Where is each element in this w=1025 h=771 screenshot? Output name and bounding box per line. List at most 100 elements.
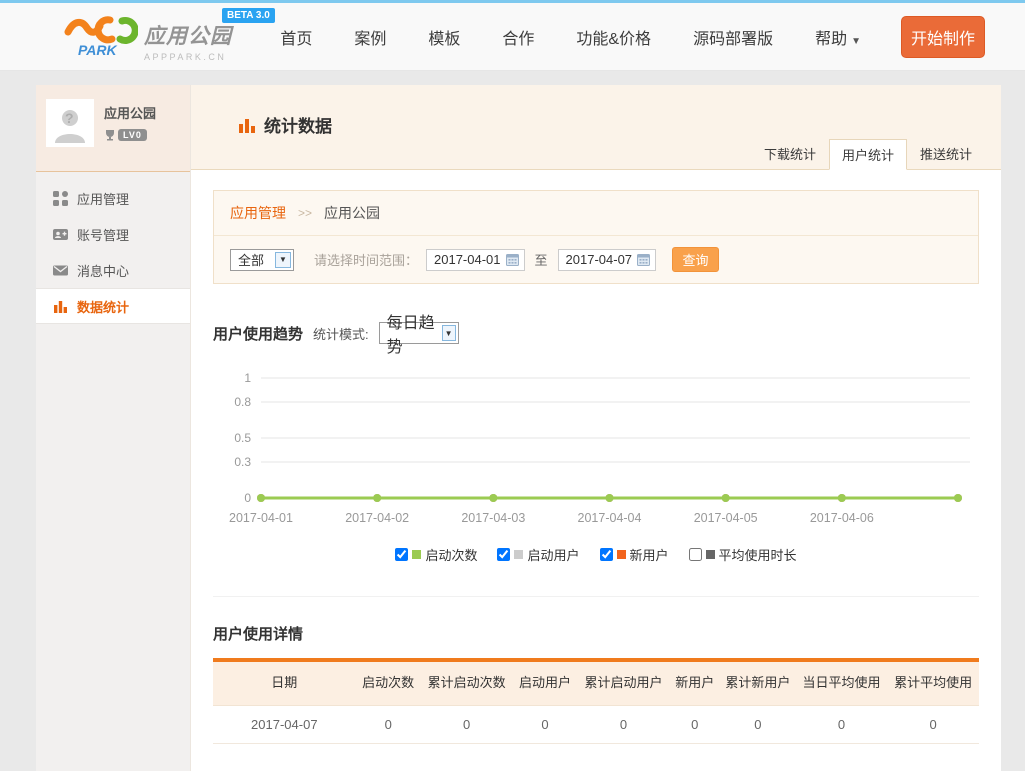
svg-text:2017-04-01: 2017-04-01: [229, 511, 293, 525]
stats-tabs: 下载统计 用户统计 推送统计: [751, 139, 985, 170]
legend-item-0: 启动次数: [395, 545, 477, 564]
content-body: 应用管理 >> 应用公园 全部 ▼ 请选择时间范围： 2017-04-01: [191, 170, 1001, 771]
svg-text:0.5: 0.5: [234, 431, 251, 445]
table-header-row: 日期启动次数累计启动次数启动用户累计启动用户新用户累计新用户当日平均使用累计平均…: [213, 660, 979, 705]
nav-item-cooperation[interactable]: 合作: [502, 25, 534, 49]
sidebar: ? 应用公园 LV0 应用管理: [36, 85, 190, 771]
main-card: ? 应用公园 LV0 应用管理: [36, 85, 1001, 771]
tab-push-stats[interactable]: 推送统计: [907, 139, 985, 170]
trend-title: 用户使用趋势: [213, 323, 303, 344]
svg-text:1: 1: [244, 371, 251, 385]
to-label: 至: [535, 250, 548, 269]
table-cell: 0: [669, 705, 720, 743]
chart-legend: 启动次数 启动用户 新用户 平均使用时长: [213, 545, 979, 564]
breadcrumb-app-management[interactable]: 应用管理: [230, 203, 286, 223]
table-row: 2017-04-0700000000: [213, 705, 979, 743]
nav-item-templates[interactable]: 模板: [428, 25, 460, 49]
chevron-down-icon: ▼: [442, 325, 456, 341]
sidebar-menu: 应用管理 账号管理 消息中心: [36, 172, 190, 324]
nav-item-source-deploy[interactable]: 源码部署版: [693, 25, 773, 49]
legend-swatch-icon: [514, 550, 523, 559]
column-header: 启动次数: [356, 660, 421, 705]
svg-text:0.8: 0.8: [234, 395, 251, 409]
legend-checkbox[interactable]: [395, 548, 408, 561]
nav-item-home[interactable]: 首页: [280, 25, 312, 49]
logo[interactable]: PARK 应用公园 APPPARK.CN: [64, 12, 232, 62]
table-cell: 0: [421, 705, 513, 743]
legend-label: 平均使用时长: [719, 545, 797, 564]
table-cell: 0: [796, 705, 888, 743]
legend-checkbox[interactable]: [600, 548, 613, 561]
nav-item-pricing[interactable]: 功能&价格: [576, 25, 651, 49]
nav-item-help[interactable]: 帮助▼: [815, 25, 861, 49]
legend-swatch-icon: [412, 550, 421, 559]
content-header: 统计数据 下载统计 用户统计 推送统计: [191, 85, 1001, 170]
profile-name: 应用公园: [104, 103, 156, 122]
trend-mode-select[interactable]: 每日趋势 ▼: [379, 322, 459, 344]
query-button[interactable]: 查询: [672, 247, 719, 272]
details-title: 用户使用详情: [213, 623, 979, 644]
legend-item-1: 启动用户: [497, 545, 579, 564]
svg-text:2017-04-02: 2017-04-02: [345, 511, 409, 525]
column-header: 累计启动次数: [421, 660, 513, 705]
trend-header: 用户使用趋势 统计模式: 每日趋势 ▼: [213, 322, 979, 344]
legend-checkbox[interactable]: [497, 548, 510, 561]
table-cell: 0: [512, 705, 577, 743]
breadcrumb-current-app: 应用公园: [324, 203, 380, 223]
legend-checkbox[interactable]: [689, 548, 702, 561]
filter-panel: 应用管理 >> 应用公园 全部 ▼ 请选择时间范围： 2017-04-01: [213, 190, 979, 284]
column-header: 当日平均使用: [796, 660, 888, 705]
sidebar-item-account-management[interactable]: 账号管理: [36, 216, 190, 252]
account-card-icon: [53, 227, 68, 242]
column-header: 启动用户: [512, 660, 577, 705]
legend-label: 启动次数: [425, 545, 477, 564]
trophy-icon: [104, 129, 116, 141]
column-header: 新用户: [669, 660, 720, 705]
svg-text:2017-04-04: 2017-04-04: [578, 511, 642, 525]
beta-badge: BETA 3.0: [222, 8, 275, 23]
profile-box: ? 应用公园 LV0: [36, 85, 190, 172]
legend-label: 新用户: [630, 545, 669, 564]
logo-subtitle: APPPARK.CN: [144, 52, 232, 62]
svg-text:2017-04-03: 2017-04-03: [461, 511, 525, 525]
table-cell: 0: [578, 705, 670, 743]
column-header: 日期: [213, 660, 356, 705]
calendar-icon: [506, 253, 519, 266]
nav-item-cases[interactable]: 案例: [354, 25, 386, 49]
chevron-down-icon: ▼: [275, 252, 291, 268]
bar-chart-icon: [53, 299, 68, 314]
main-nav: 首页 案例 模板 合作 功能&价格 源码部署版 帮助▼: [280, 25, 861, 49]
sidebar-item-message-center[interactable]: 消息中心: [36, 252, 190, 288]
person-placeholder-icon: ?: [50, 103, 90, 143]
tab-download-stats[interactable]: 下载统计: [751, 139, 829, 170]
table-cell: 2017-04-07: [213, 705, 356, 743]
avatar[interactable]: ?: [46, 99, 94, 147]
logo-mark-icon: PARK: [64, 12, 138, 58]
legend-label: 启动用户: [527, 545, 579, 564]
logo-title: 应用公园: [144, 20, 232, 50]
sidebar-item-app-management[interactable]: 应用管理: [36, 180, 190, 216]
legend-item-2: 新用户: [600, 545, 669, 564]
statistics-icon: [238, 116, 256, 134]
app-filter-select[interactable]: 全部 ▼: [230, 249, 294, 271]
breadcrumb: 应用管理 >> 应用公园: [214, 191, 978, 236]
level-badge: LV0: [118, 129, 147, 141]
chevron-down-icon: ▼: [851, 36, 861, 47]
svg-text:?: ?: [65, 110, 74, 126]
breadcrumb-separator: >>: [298, 206, 312, 220]
svg-text:PARK: PARK: [78, 42, 118, 58]
column-header: 累计平均使用: [887, 660, 979, 705]
envelope-icon: [53, 263, 68, 278]
svg-text:2017-04-05: 2017-04-05: [694, 511, 758, 525]
start-create-button[interactable]: 开始制作: [901, 16, 985, 58]
page-title: 统计数据: [238, 112, 332, 137]
table-cell: 0: [356, 705, 421, 743]
date-to-input[interactable]: 2017-04-07: [558, 249, 657, 271]
mode-label: 统计模式:: [313, 324, 369, 343]
legend-swatch-icon: [617, 550, 626, 559]
grid-icon: [53, 191, 68, 206]
sidebar-item-data-statistics[interactable]: 数据统计: [36, 288, 190, 324]
tab-user-stats[interactable]: 用户统计: [829, 139, 907, 170]
date-from-input[interactable]: 2017-04-01: [426, 249, 525, 271]
svg-text:0.3: 0.3: [234, 455, 251, 469]
